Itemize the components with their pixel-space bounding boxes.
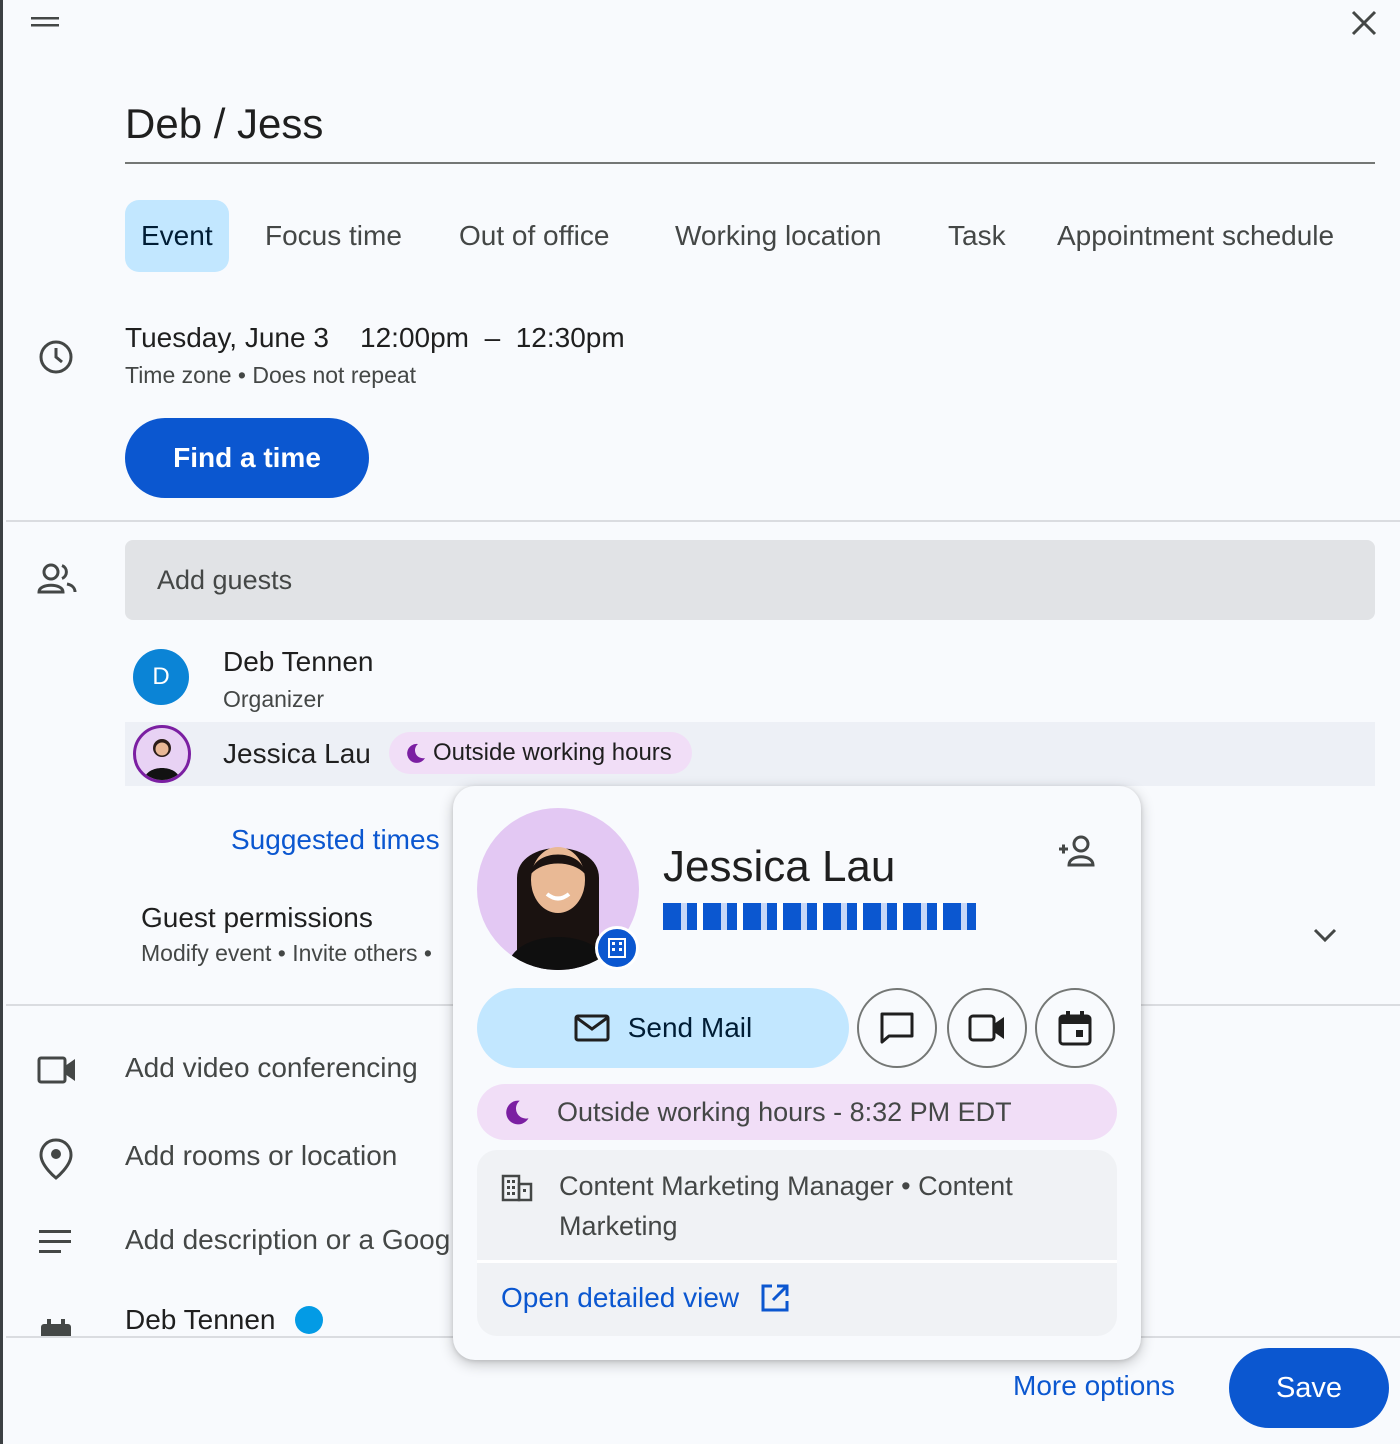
open-detailed-view-link[interactable]: Open detailed view	[501, 1282, 791, 1314]
status-badge-label: Outside working hours	[433, 739, 672, 766]
info-divider	[477, 1260, 1117, 1263]
time-separator: –	[484, 322, 501, 353]
add-contact-icon[interactable]	[1057, 834, 1097, 868]
add-video-conferencing-button[interactable]: Add video conferencing	[125, 1052, 418, 1084]
save-button[interactable]: Save	[1229, 1348, 1389, 1428]
mail-icon	[574, 1014, 610, 1042]
more-options-button[interactable]: More options	[1013, 1370, 1175, 1402]
send-mail-button[interactable]: Send Mail	[477, 988, 849, 1068]
clock-icon	[37, 338, 75, 376]
profile-name: Jessica Lau	[663, 842, 896, 891]
guest-role: Organizer	[223, 686, 324, 712]
location-pin-icon	[39, 1138, 73, 1180]
title-underline	[125, 162, 1375, 164]
guest-name[interactable]: Jessica Lau	[223, 738, 371, 770]
job-title: Content Marketing Manager • Content Mark…	[559, 1171, 1013, 1241]
avatar: D	[133, 649, 189, 705]
video-call-button[interactable]	[947, 988, 1027, 1068]
end-time-field[interactable]: 12:30pm	[516, 322, 625, 353]
suggested-times-link[interactable]: Suggested times	[231, 824, 440, 856]
status-badge: Outside working hours	[389, 732, 692, 774]
event-title-input[interactable]: Deb / Jess	[125, 100, 323, 148]
moon-icon	[403, 741, 427, 765]
tab-focus-time[interactable]: Focus time	[249, 200, 418, 272]
profile-card: Jessica Lau ▮▮▮▮▮▮▮▮▮▮▮▮▮▮▮▮▮▮▮▮▮▮ Send …	[453, 786, 1141, 1360]
schedule-button[interactable]	[1035, 988, 1115, 1068]
section-divider	[6, 520, 1400, 522]
tab-event[interactable]: Event	[125, 200, 229, 272]
timezone-repeat-row: Time zone • Does not repeat	[125, 362, 416, 389]
working-hours-label: Outside working hours - 8:32 PM EDT	[557, 1096, 1012, 1127]
chevron-down-icon[interactable]	[1311, 924, 1339, 948]
chat-icon	[879, 1011, 915, 1045]
video-camera-icon	[37, 1054, 77, 1086]
tab-out-of-office[interactable]: Out of office	[443, 200, 625, 272]
building-icon	[501, 1172, 533, 1202]
open-detailed-view-label: Open detailed view	[501, 1282, 740, 1313]
add-guests-input[interactable]: Add guests	[125, 540, 1375, 620]
time-zone-link[interactable]: Time zone	[125, 362, 232, 388]
meta-separator: •	[237, 362, 246, 388]
avatar	[133, 725, 191, 783]
datetime-row: Tuesday, June 3 12:00pm – 12:30pm	[125, 322, 625, 354]
guest-name[interactable]: Deb Tennen	[223, 646, 374, 678]
close-icon[interactable]	[1349, 8, 1379, 38]
calendar-icon	[1058, 1010, 1092, 1046]
guest-permissions-detail: Modify event • Invite others •	[141, 940, 432, 966]
profile-email-redacted: ▮▮▮▮▮▮▮▮▮▮▮▮▮▮▮▮▮▮▮▮▮▮	[663, 902, 976, 931]
building-badge-icon	[595, 926, 639, 970]
find-a-time-button[interactable]: Find a time	[125, 418, 369, 498]
chat-button[interactable]	[857, 988, 937, 1068]
moon-icon	[501, 1097, 531, 1127]
start-time-field[interactable]: 12:00pm	[360, 322, 469, 353]
guest-permissions-title[interactable]: Guest permissions	[141, 902, 373, 934]
date-field[interactable]: Tuesday, June 3	[125, 322, 329, 353]
video-camera-icon	[968, 1013, 1006, 1043]
tab-working-location[interactable]: Working location	[659, 200, 897, 272]
profile-info-box: Content Marketing Manager • Content Mark…	[477, 1150, 1117, 1336]
event-editor-panel: Deb / Jess Event Focus time Out of offic…	[0, 0, 1400, 1444]
calendar-color-dot[interactable]	[295, 1306, 323, 1334]
calendar-owner[interactable]: Deb Tennen	[125, 1304, 276, 1336]
add-description-button[interactable]: Add description or a Goog	[125, 1224, 450, 1256]
add-location-button[interactable]: Add rooms or location	[125, 1140, 397, 1172]
drag-handle-icon[interactable]	[31, 14, 61, 30]
description-icon	[39, 1228, 73, 1256]
tab-appointment-schedule[interactable]: Appointment schedule	[1041, 200, 1350, 272]
working-hours-status: Outside working hours - 8:32 PM EDT	[477, 1084, 1117, 1140]
tab-task[interactable]: Task	[932, 200, 1022, 272]
send-mail-label: Send Mail	[627, 1012, 753, 1043]
repeat-dropdown[interactable]: Does not repeat	[252, 362, 416, 388]
people-icon	[37, 562, 77, 596]
open-in-new-icon	[759, 1282, 791, 1314]
